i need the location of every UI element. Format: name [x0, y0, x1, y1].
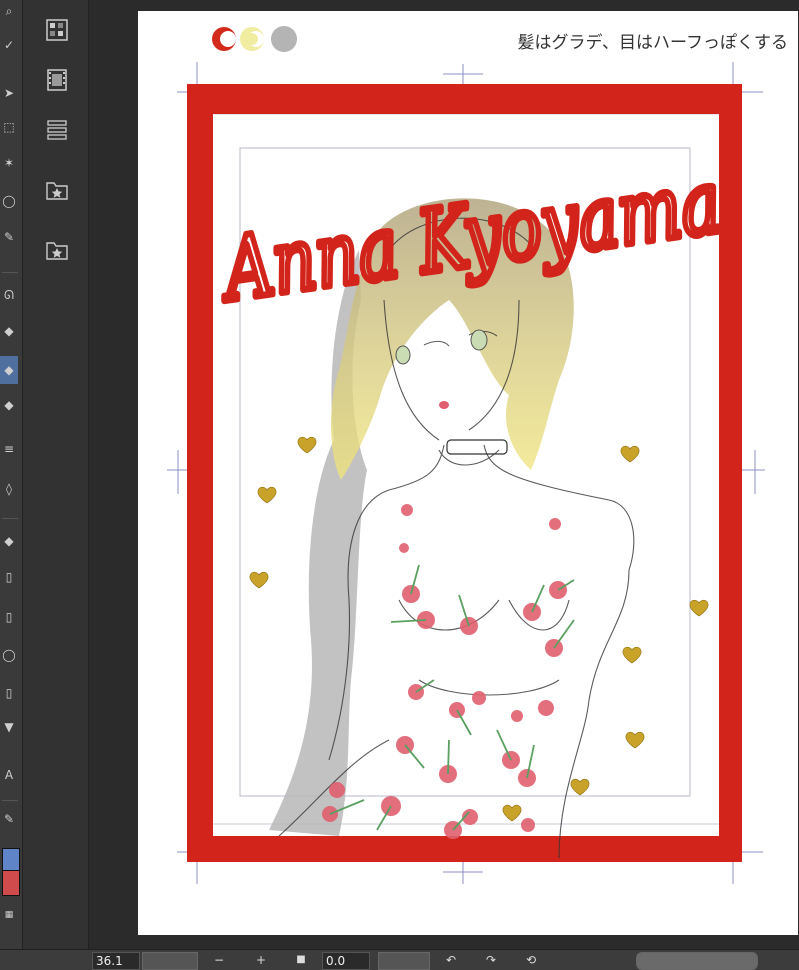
move-tool-icon[interactable]: ✓ — [0, 36, 18, 54]
film-strip-icon[interactable] — [45, 68, 69, 92]
decoration-tool-icon[interactable]: ≡ — [0, 440, 18, 458]
airbrush-tool-icon[interactable]: ◆ — [0, 396, 18, 414]
text-tool-icon[interactable]: ▼ — [0, 718, 18, 736]
grid-view-icon[interactable] — [45, 18, 69, 42]
eyedropper-tool-icon[interactable]: ✎ — [0, 228, 18, 246]
zoom-slider[interactable] — [142, 952, 198, 970]
zoom-in-button[interactable]: + — [252, 952, 270, 968]
brush-tool-icon[interactable]: ◆ — [0, 356, 18, 384]
folder-star-icon[interactable] — [45, 238, 69, 262]
tool-strip: ⌕ ✓ ➤ ⬚ ✶ ◯ ✎ ᘏ ◆ ◆ ◆ ≡ ◊ ◆ ▯ ▯ ◯ ▯ ▼ A … — [0, 0, 23, 949]
status-bar: 36.1 − + ■ 0.0 ↶ ↷ ⟲ — [0, 949, 799, 970]
folder-star-icon[interactable] — [45, 178, 69, 202]
zoom-out-button[interactable]: − — [210, 952, 228, 968]
rotation-slider[interactable] — [378, 952, 430, 970]
layer-list-icon[interactable] — [45, 118, 69, 142]
gradient-tool-icon[interactable]: ▯ — [0, 568, 18, 586]
select-tool-icon[interactable]: ⬚ — [0, 118, 18, 136]
zoom-tool-icon[interactable]: ⌕ — [0, 2, 18, 20]
ruler-tool-icon[interactable]: ▯ — [0, 684, 18, 702]
eraser-tool-icon[interactable]: ◊ — [0, 480, 18, 498]
frame-tool-icon[interactable]: ◯ — [0, 646, 18, 664]
horizontal-scrollbar[interactable] — [636, 952, 758, 970]
panel-icon-column — [23, 0, 89, 949]
sub-color-swatch[interactable] — [2, 870, 20, 896]
mouth — [439, 401, 449, 409]
magic-wand-icon[interactable]: ✶ — [0, 154, 18, 172]
fill-tool-icon[interactable]: ◆ — [0, 532, 18, 550]
handwritten-note: 髪はグラデ、目はハーフっぽくする — [518, 32, 788, 53]
left-eye — [395, 345, 411, 365]
correction-tool-icon[interactable]: ✎ — [0, 810, 18, 828]
transparent-color-icon[interactable]: ▦ — [0, 906, 18, 924]
figure-tool-icon[interactable]: ▯ — [0, 608, 18, 626]
right-eye — [470, 329, 488, 351]
undo-icon[interactable]: ↶ — [442, 952, 460, 968]
pencil-tool-icon[interactable]: ◆ — [0, 322, 18, 340]
redo-icon[interactable]: ↷ — [482, 952, 500, 968]
color-dot-gray — [271, 26, 297, 52]
lasso-tool-icon[interactable]: ◯ — [0, 192, 18, 210]
zoom-value-field[interactable]: 36.1 — [92, 952, 140, 970]
pen-tool-icon[interactable]: ᘏ — [0, 286, 18, 304]
rotation-value-field[interactable]: 0.0 — [322, 952, 370, 970]
canvas-area[interactable]: 髪はグラデ、目はハーフっぽくする Anna Kyoyama — [89, 0, 799, 949]
balloon-tool-icon[interactable]: A — [0, 766, 18, 784]
fit-view-button[interactable]: ■ — [292, 952, 310, 968]
operation-tool-icon[interactable]: ➤ — [0, 84, 18, 102]
canvas-drawing[interactable]: 髪はグラデ、目はハーフっぽくする Anna Kyoyama — [89, 0, 799, 949]
reset-rotation-icon[interactable]: ⟲ — [522, 952, 540, 968]
